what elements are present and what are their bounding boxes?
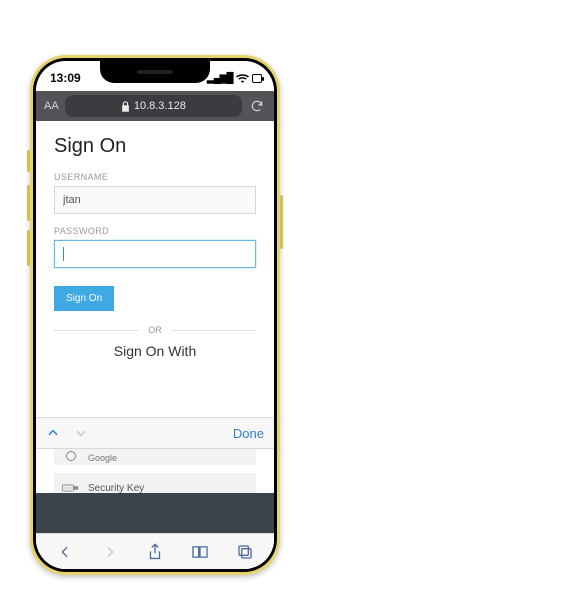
username-input[interactable]	[54, 186, 256, 214]
prev-field-button[interactable]	[46, 426, 60, 440]
password-label: PASSWORD	[54, 226, 256, 236]
url-host: 10.8.3.128	[134, 100, 186, 112]
status-time: 13:09	[50, 71, 105, 85]
phone-notch	[100, 61, 210, 83]
wifi-icon	[236, 73, 249, 83]
address-field[interactable]: 10.8.3.128	[65, 95, 242, 117]
password-input[interactable]	[54, 240, 256, 268]
sign-on-with-heading: Sign On With	[54, 343, 256, 359]
share-icon[interactable]	[142, 539, 168, 565]
next-field-button[interactable]	[74, 426, 88, 440]
provider-label: Security Key	[88, 483, 144, 494]
lock-icon	[121, 101, 130, 112]
page-footer	[36, 493, 274, 533]
or-divider: OR	[54, 325, 256, 335]
nav-back-button[interactable]	[52, 539, 78, 565]
battery-icon	[252, 74, 262, 83]
tabs-icon[interactable]	[232, 539, 258, 565]
cellular-signal-icon: ▂▄▆█	[207, 73, 233, 84]
bookmarks-icon[interactable]	[187, 539, 213, 565]
keyboard-done-button[interactable]: Done	[233, 426, 264, 441]
username-label: USERNAME	[54, 172, 256, 182]
keyboard-accessory-bar: Done	[36, 417, 274, 449]
reader-aa-button[interactable]: AA	[44, 100, 59, 112]
sign-on-button[interactable]: Sign On	[54, 286, 114, 311]
reload-icon[interactable]	[248, 97, 266, 115]
provider-google[interactable]: Google	[54, 449, 256, 465]
text-cursor	[63, 247, 64, 261]
nav-forward-button[interactable]	[97, 539, 123, 565]
browser-url-bar: AA 10.8.3.128	[36, 91, 274, 121]
provider-label: Google	[88, 453, 117, 463]
page-title: Sign On	[54, 135, 256, 158]
browser-toolbar	[36, 533, 274, 569]
google-icon	[62, 449, 80, 463]
